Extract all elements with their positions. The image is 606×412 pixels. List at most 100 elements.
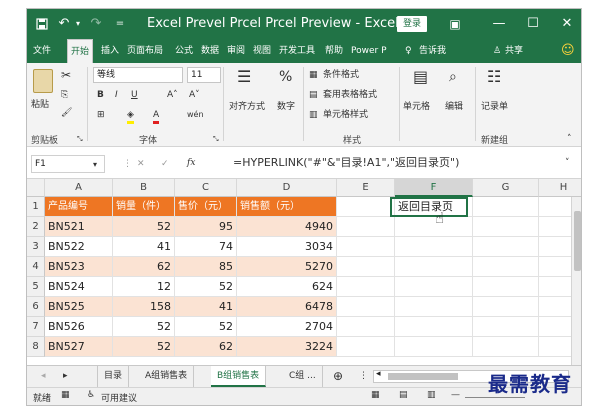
fill-color-icon[interactable]: ◈ xyxy=(127,109,134,124)
column-header-h[interactable]: H xyxy=(539,179,581,197)
column-header-c[interactable]: C xyxy=(175,179,237,197)
normal-view-icon[interactable]: ▦ xyxy=(371,390,380,400)
italic-icon[interactable]: I xyxy=(115,89,118,101)
cell-a5[interactable]: BN524 xyxy=(45,277,113,297)
minimize-icon[interactable]: — xyxy=(487,9,511,39)
edit-button[interactable]: 编辑 xyxy=(445,101,463,113)
cell-c1[interactable]: 售价（元） xyxy=(175,197,237,217)
cell-c7[interactable]: 52 xyxy=(175,317,237,337)
cell-a6[interactable]: BN525 xyxy=(45,297,113,317)
tab-file[interactable]: 文件 xyxy=(33,39,51,63)
cell-e1[interactable] xyxy=(337,197,395,217)
cell-b1[interactable]: 销量（件） xyxy=(113,197,175,217)
cell-b3[interactable]: 41 xyxy=(113,237,175,257)
cut-icon[interactable]: ✂ xyxy=(61,69,71,81)
font-launcher-icon[interactable]: ⤡ xyxy=(213,133,219,145)
increase-font-icon[interactable]: A˄ xyxy=(167,89,178,101)
cell-g2[interactable] xyxy=(473,217,539,237)
cell-e5[interactable] xyxy=(337,277,395,297)
cell-g8[interactable] xyxy=(473,337,539,357)
cell-d3[interactable]: 3034 xyxy=(237,237,337,257)
share-button[interactable]: 共享 xyxy=(505,39,523,63)
cell-d5[interactable]: 624 xyxy=(237,277,337,297)
macro-record-icon[interactable]: ▦ xyxy=(61,390,70,400)
cell-g3[interactable] xyxy=(473,237,539,257)
add-sheet-icon[interactable]: ⊕ xyxy=(327,366,349,387)
bold-icon[interactable]: B xyxy=(97,89,104,101)
cell-c6[interactable]: 41 xyxy=(175,297,237,317)
table-format-icon[interactable]: ▤ xyxy=(309,89,318,101)
cells-button[interactable]: 单元格 xyxy=(403,101,430,113)
alignment-button[interactable]: 对齐方式 xyxy=(229,101,265,113)
scroll-left-icon[interactable]: ◂ xyxy=(376,369,381,379)
font-name-input[interactable]: 等线 xyxy=(93,67,183,83)
cell-f3[interactable] xyxy=(395,237,473,257)
cell-style-button[interactable]: 单元格样式 xyxy=(323,109,368,121)
cell-f4[interactable] xyxy=(395,257,473,277)
border-icon[interactable]: ⊞ xyxy=(97,109,105,121)
font-color-icon[interactable]: A xyxy=(153,109,160,124)
table-format-button[interactable]: 套用表格格式 xyxy=(323,89,377,101)
cell-g4[interactable] xyxy=(473,257,539,277)
sheet-tab-group-b[interactable]: B组销售表 xyxy=(211,366,267,387)
cell-b6[interactable]: 158 xyxy=(113,297,175,317)
column-header-b[interactable]: B xyxy=(113,179,175,197)
row-header-7[interactable]: 7 xyxy=(27,317,45,337)
tab-data[interactable]: 数据 xyxy=(201,39,219,63)
percent-icon[interactable]: % xyxy=(279,70,292,84)
cell-f7[interactable] xyxy=(395,317,473,337)
tab-review[interactable]: 审阅 xyxy=(227,39,245,63)
accessibility-icon[interactable]: ♿ xyxy=(87,390,95,400)
next-sheet-icon[interactable]: ▸ xyxy=(57,366,74,387)
cell-e6[interactable] xyxy=(337,297,395,317)
cell-d2[interactable]: 4940 xyxy=(237,217,337,237)
sheet-options-icon[interactable]: ⋮ xyxy=(353,366,374,387)
close-icon[interactable]: ✕ xyxy=(555,9,579,39)
paste-button[interactable]: 粘贴 xyxy=(31,99,49,111)
row-header-8[interactable]: 8 xyxy=(27,337,45,357)
expand-formula-icon[interactable]: ˅ xyxy=(565,157,570,169)
tab-insert[interactable]: 插入 xyxy=(101,39,119,63)
formula-input[interactable]: =HYPERLINK("#"&"目录!A1","返回目录页") xyxy=(233,157,459,169)
cell-c4[interactable]: 85 xyxy=(175,257,237,277)
tab-power-pivot[interactable]: Power P xyxy=(351,39,387,63)
cell-a4[interactable]: BN523 xyxy=(45,257,113,277)
redo-icon[interactable]: ↷ xyxy=(87,9,105,39)
conditional-format-icon[interactable]: ▦ xyxy=(309,69,318,81)
select-all-corner[interactable] xyxy=(27,179,45,197)
align-icon[interactable]: ☰ xyxy=(237,69,251,85)
row-header-6[interactable]: 6 xyxy=(27,297,45,317)
page-break-view-icon[interactable]: ▥ xyxy=(427,390,436,400)
row-header-4[interactable]: 4 xyxy=(27,257,45,277)
accessibility-status[interactable]: 可用建议 xyxy=(101,391,137,404)
cell-a2[interactable]: BN521 xyxy=(45,217,113,237)
decrease-font-icon[interactable]: A˅ xyxy=(189,89,200,101)
tab-help[interactable]: 帮助 xyxy=(325,39,343,63)
format-painter-icon[interactable]: 🖌 xyxy=(61,107,72,119)
undo-dropdown-icon[interactable]: ▾ xyxy=(73,9,83,39)
sheet-tab-group-c[interactable]: C组 ... xyxy=(283,366,323,387)
zoom-out-icon[interactable]: — xyxy=(451,390,460,400)
row-header-5[interactable]: 5 xyxy=(27,277,45,297)
clipboard-launcher-icon[interactable]: ⤡ xyxy=(77,133,83,145)
column-header-f[interactable]: F xyxy=(395,179,473,197)
hscroll-thumb[interactable] xyxy=(388,373,458,380)
page-layout-view-icon[interactable]: ▤ xyxy=(399,390,408,400)
cell-a3[interactable]: BN522 xyxy=(45,237,113,257)
cells-icon[interactable]: ▤ xyxy=(413,69,428,85)
tab-view[interactable]: 视图 xyxy=(253,39,271,63)
cell-f5[interactable] xyxy=(395,277,473,297)
cell-c8[interactable]: 62 xyxy=(175,337,237,357)
cell-a8[interactable]: BN527 xyxy=(45,337,113,357)
insert-function-button[interactable]: fx xyxy=(187,157,195,169)
tab-developer[interactable]: 开发工具 xyxy=(279,39,315,63)
cell-b5[interactable]: 12 xyxy=(113,277,175,297)
cell-f8[interactable] xyxy=(395,337,473,357)
more-icon[interactable]: ⋮ xyxy=(123,158,132,170)
sheet-tab-group-a[interactable]: A组销售表 xyxy=(139,366,195,387)
cell-d7[interactable]: 2704 xyxy=(237,317,337,337)
cell-g1[interactable] xyxy=(473,197,539,217)
cell-f2[interactable] xyxy=(395,217,473,237)
cell-style-icon[interactable]: ▥ xyxy=(309,109,318,121)
cell-b8[interactable]: 52 xyxy=(113,337,175,357)
